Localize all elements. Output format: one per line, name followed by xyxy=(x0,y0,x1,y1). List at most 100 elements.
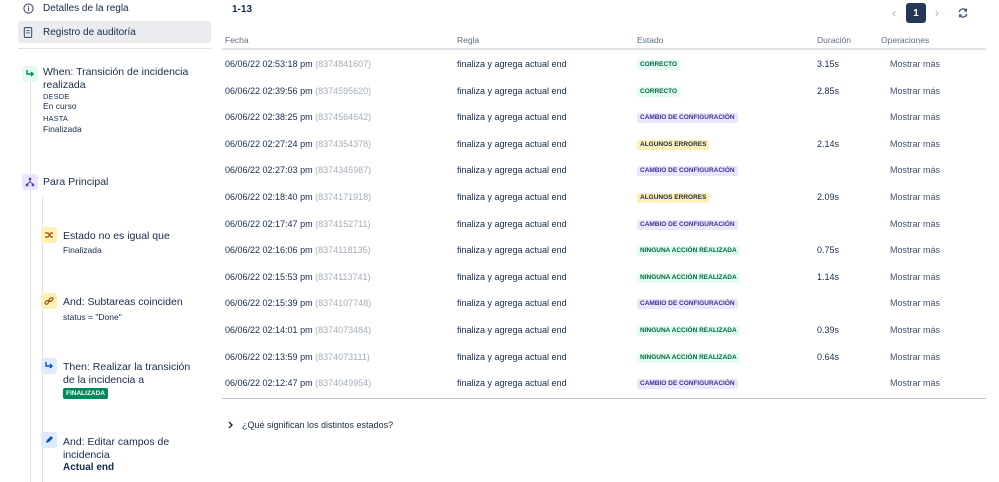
chevron-right-icon: › xyxy=(935,6,939,20)
rule-timeline-line xyxy=(30,78,31,482)
table-body: 06/06/22 02:53:18 pm (8374841607) finaliz… xyxy=(222,50,986,396)
chevron-left-icon: ‹ xyxy=(892,6,896,20)
show-more-link[interactable]: Mostrar más xyxy=(890,165,940,175)
row-date: 06/06/22 02:15:39 pm (8374107748) xyxy=(225,298,371,308)
status-badge: CAMBIO DE CONFIGURACIÓN xyxy=(637,379,738,390)
status-badge: CAMBIO DE CONFIGURACIÓN xyxy=(637,299,738,310)
row-execution-id: (8374118135) xyxy=(315,245,371,256)
action2-title-line1[interactable]: And: Editar campos de xyxy=(63,436,169,448)
action1-title-line1[interactable]: Then: Realizar la transición xyxy=(63,361,190,373)
condition-shuffle-icon xyxy=(41,227,57,243)
row-date-value: 06/06/22 02:27:03 pm xyxy=(225,165,313,176)
row-duration: 0.64s xyxy=(817,351,840,362)
audit-log-table: Fecha Regla Estado Duración Operaciones … xyxy=(222,32,986,396)
row-duration: 0.39s xyxy=(817,324,840,335)
show-more-link[interactable]: Mostrar más xyxy=(890,219,940,229)
branch-icon xyxy=(22,174,38,190)
row-date: 06/06/22 02:14:01 pm (8374073484) xyxy=(225,325,371,335)
row-date-value: 06/06/22 02:39:56 pm xyxy=(225,85,313,96)
row-date-value: 06/06/22 02:15:53 pm xyxy=(225,271,313,282)
row-date-value: 06/06/22 02:27:24 pm xyxy=(225,138,313,149)
show-more-link[interactable]: Mostrar más xyxy=(890,352,940,362)
show-more-link[interactable]: Mostrar más xyxy=(890,59,940,69)
action2-title-line2[interactable]: incidencia xyxy=(63,449,110,461)
row-rule: finaliza y agrega actual end xyxy=(457,59,567,69)
table-row: 06/06/22 02:14:01 pm (8374073484) finaliz… xyxy=(222,316,986,343)
show-more-link[interactable]: Mostrar más xyxy=(890,378,940,388)
show-more-link[interactable]: Mostrar más xyxy=(890,272,940,282)
table-row: 06/06/22 02:12:47 pm (8374049954) finaliz… xyxy=(222,369,986,396)
pager-prev-button[interactable]: ‹ xyxy=(886,3,902,23)
column-header-status[interactable]: Estado xyxy=(637,35,663,45)
table-row: 06/06/22 02:38:25 pm (8374564642) finaliz… xyxy=(222,103,986,130)
pager-next-button[interactable]: › xyxy=(929,3,945,23)
status-badge: CAMBIO DE CONFIGURACIÓN xyxy=(637,219,738,230)
row-date-value: 06/06/22 02:38:25 pm xyxy=(225,112,313,123)
row-date: 06/06/22 02:13:59 pm (8374073111) xyxy=(225,352,370,362)
row-rule: finaliza y agrega actual end xyxy=(457,138,567,149)
row-date: 06/06/22 02:17:47 pm (8374152711) xyxy=(225,219,370,229)
row-execution-id: (8374113741) xyxy=(315,271,371,282)
trigger-to-value: Finalizada xyxy=(43,124,82,134)
show-more-link[interactable]: Mostrar más xyxy=(890,325,940,335)
row-execution-id: (8374073484) xyxy=(315,324,372,335)
column-header-operations: Operaciones xyxy=(881,35,930,45)
row-execution-id: (8374107748) xyxy=(315,298,372,309)
link-icon xyxy=(41,293,57,309)
row-execution-id: (8374595620) xyxy=(315,85,372,96)
table-row: 06/06/22 02:18:40 pm (8374171918) finaliz… xyxy=(222,183,986,210)
status-badge: CORRECTO xyxy=(637,60,681,70)
result-count: 1-13 xyxy=(232,4,253,15)
show-more-link[interactable]: Mostrar más xyxy=(890,139,940,149)
rule-sidebar: Detalles de la regla Registro de auditor… xyxy=(0,0,211,482)
row-execution-id: (8374049954) xyxy=(315,378,372,389)
table-header: Fecha Regla Estado Duración Operaciones xyxy=(222,32,986,50)
row-date: 06/06/22 02:53:18 pm (8374841607) xyxy=(225,59,371,69)
pager-page-current[interactable]: 1 xyxy=(906,3,926,23)
row-duration: 0.75s xyxy=(817,245,840,256)
sidebar-divider xyxy=(18,48,211,49)
row-execution-id: (8374171918) xyxy=(315,191,372,202)
table-row: 06/06/22 02:27:24 pm (8374354378) finaliz… xyxy=(222,130,986,157)
table-bottom-rule xyxy=(222,398,986,399)
row-execution-id: (8374564642) xyxy=(315,112,372,123)
column-header-rule[interactable]: Regla xyxy=(457,35,479,45)
show-more-link[interactable]: Mostrar más xyxy=(890,298,940,308)
row-date: 06/06/22 02:15:53 pm (8374113741) xyxy=(225,272,370,282)
row-date: 06/06/22 02:38:25 pm (8374564642) xyxy=(225,112,371,122)
show-more-link[interactable]: Mostrar más xyxy=(890,245,940,255)
document-icon xyxy=(21,25,35,39)
show-more-link[interactable]: Mostrar más xyxy=(890,192,940,202)
row-duration: 3.15s xyxy=(817,59,840,69)
row-date: 06/06/22 02:27:03 pm (8374345987) xyxy=(225,165,371,175)
nav-audit-log[interactable]: Registro de auditoría xyxy=(18,21,211,43)
row-rule: finaliza y agrega actual end xyxy=(457,165,567,176)
transition-trigger-icon xyxy=(22,66,38,82)
row-rule: finaliza y agrega actual end xyxy=(457,245,567,256)
condition1-title[interactable]: Estado no es igual que xyxy=(63,230,170,242)
branch-title[interactable]: Para Principal xyxy=(43,176,108,188)
row-date-value: 06/06/22 02:17:47 pm xyxy=(225,218,313,229)
trigger-title-line1[interactable]: When: Transición de incidencia xyxy=(43,66,188,78)
row-date-value: 06/06/22 02:16:06 pm xyxy=(225,245,313,256)
condition2-detail: status = "Done" xyxy=(63,312,122,322)
status-help-toggle[interactable]: ¿Qué significan los distintos estados? xyxy=(228,420,393,430)
condition2-title[interactable]: And: Subtareas coinciden xyxy=(63,296,183,308)
refresh-button[interactable] xyxy=(954,3,972,23)
row-execution-id: (8374152711) xyxy=(315,218,371,229)
status-badge: NINGUNA ACCIÓN REALIZADA xyxy=(637,272,740,283)
column-header-date[interactable]: Fecha xyxy=(225,35,249,45)
nav-rule-details[interactable]: Detalles de la regla xyxy=(18,0,211,19)
refresh-icon xyxy=(958,8,968,18)
action1-title-line2[interactable]: de la incidencia a xyxy=(63,374,144,386)
trigger-to-label: HASTA xyxy=(43,114,68,123)
row-rule: finaliza y agrega actual end xyxy=(457,378,567,389)
show-more-link[interactable]: Mostrar más xyxy=(890,112,940,122)
trigger-title-line2[interactable]: realizada xyxy=(43,79,86,91)
row-date: 06/06/22 02:27:24 pm (8374354378) xyxy=(225,139,371,149)
row-execution-id: (8374073111) xyxy=(315,351,370,362)
column-header-duration[interactable]: Duración xyxy=(817,35,851,45)
status-badge: ALGUNOS ERRORES xyxy=(637,192,710,203)
row-rule: finaliza y agrega actual end xyxy=(457,351,567,362)
show-more-link[interactable]: Mostrar más xyxy=(890,86,940,96)
